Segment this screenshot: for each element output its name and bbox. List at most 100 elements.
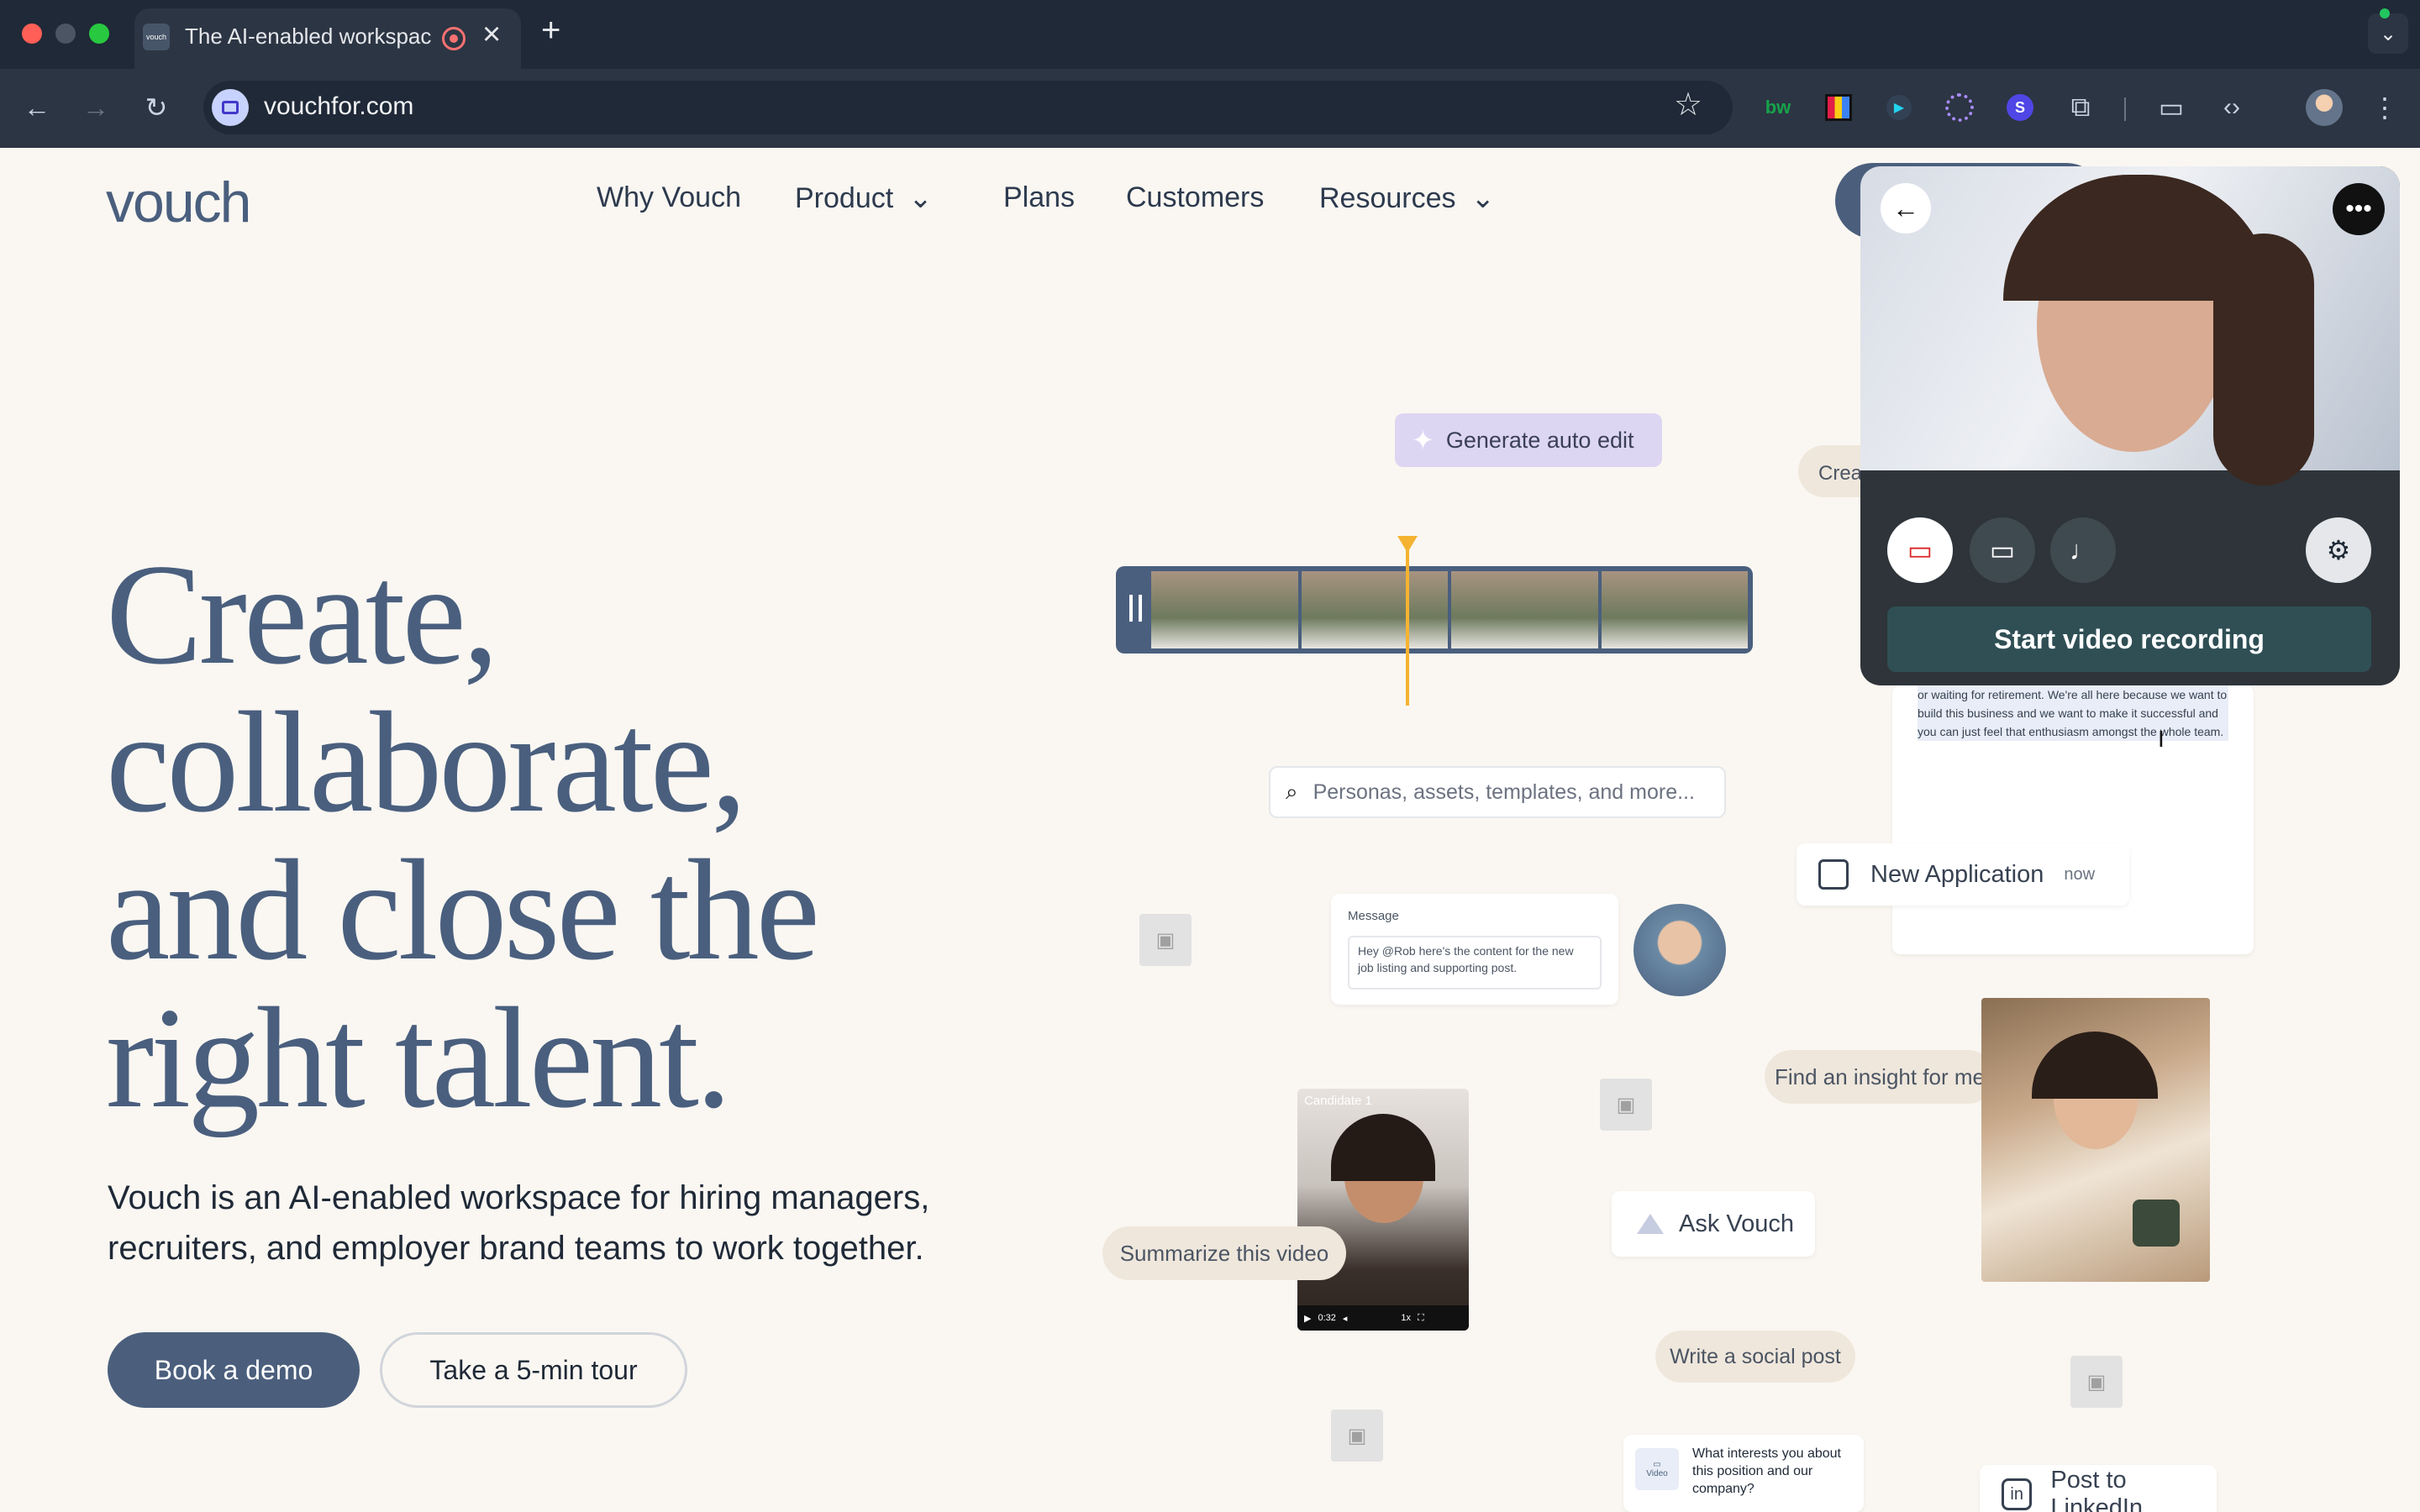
hero-line-3: and close the <box>106 831 820 990</box>
video-frame <box>1451 571 1598 648</box>
image-placeholder-icon: ▣ <box>1139 914 1192 966</box>
start-video-recording-button[interactable]: Start video recording <box>1887 606 2371 672</box>
message-text: Hey @Rob here's the content for the new … <box>1348 936 1602 990</box>
extension-play-icon[interactable]: ▶ <box>1881 89 1918 126</box>
more-options-icon[interactable]: ••• <box>2333 183 2385 235</box>
tab-favicon: vouch <box>143 24 170 50</box>
video-recorder-panel: ← ••• ▭ ▭ ♩ ⚙ Start video recording <box>1860 166 2400 685</box>
video-timeline[interactable] <box>1116 566 1753 654</box>
hero-line-4: right talent. <box>106 979 732 1138</box>
camera-icon[interactable]: ▭ <box>1970 517 2035 583</box>
extension-s-icon[interactable]: S <box>2002 89 2039 126</box>
new-application-label: New Application <box>1870 860 2044 888</box>
cast-icon[interactable]: ▭ <box>2153 89 2190 126</box>
collage-search-input[interactable]: ⌕ Personas, assets, templates, and more.… <box>1269 766 1726 818</box>
url-text: vouchfor.com <box>264 92 414 120</box>
transcript-card: or waiting for retirement. We're all her… <box>1892 685 2254 954</box>
extensions-puzzle-icon[interactable]: ⧉ <box>2062 89 2099 126</box>
minimize-window-button[interactable] <box>55 24 76 44</box>
extension-loader-icon[interactable] <box>1941 89 1978 126</box>
new-application-time: now <box>2064 864 2096 884</box>
create-pill[interactable]: Crea <box>1798 445 1865 497</box>
timeline-frames <box>1151 571 1748 648</box>
hero-subtitle-line-1: Vouch is an AI-enabled workspace for hir… <box>108 1179 930 1216</box>
chevron-down-icon: ⌄ <box>908 182 933 214</box>
code-icon[interactable]: ‹› <box>2213 89 2250 126</box>
tab-title: The AI-enabled workspac <box>185 24 432 49</box>
video-time: 0:32 <box>1318 1313 1336 1323</box>
ask-vouch-button[interactable]: Ask Vouch <box>1612 1191 1815 1257</box>
new-application-notification[interactable]: New Application now <box>1797 843 2129 906</box>
hero-line-1: Create, <box>106 535 499 695</box>
nav-customers[interactable]: Customers <box>1126 181 1264 214</box>
extension-bw-icon[interactable]: bw <box>1760 89 1797 126</box>
settings-gear-icon[interactable]: ⚙ <box>2306 517 2371 583</box>
post-linkedin-button[interactable]: in Post to LinkedIn <box>1980 1465 2217 1512</box>
question-card: ▭ Video What interests you about this po… <box>1623 1435 1864 1512</box>
nav-resources[interactable]: Resources ⌄ <box>1319 181 1495 215</box>
question-text: What interests you about this position a… <box>1692 1446 1841 1496</box>
reload-icon[interactable]: ↻ <box>138 89 175 126</box>
extension-grid-icon[interactable] <box>1820 89 1857 126</box>
woman-phone-image <box>1981 998 2210 1282</box>
vouch-logo[interactable]: vouch <box>106 170 251 235</box>
video-question-label: Video <box>1646 1469 1668 1478</box>
screen-share-off-icon[interactable]: ▭ <box>1887 517 1953 583</box>
summarize-video-pill[interactable]: Summarize this video <box>1102 1226 1346 1280</box>
browser-menu-icon[interactable]: ⋮ <box>2366 89 2403 126</box>
maximize-window-button[interactable] <box>89 24 109 44</box>
playhead-marker-icon <box>1397 536 1418 553</box>
nav-product-label: Product <box>795 182 894 214</box>
take-tour-button[interactable]: Take a 5-min tour <box>380 1332 687 1408</box>
close-window-button[interactable] <box>22 24 42 44</box>
message-card: Message Hey @Rob here's the content for … <box>1331 894 1618 1005</box>
search-icon: ⌕ <box>1286 779 1298 804</box>
close-tab-icon[interactable]: × <box>482 17 501 53</box>
address-bar[interactable]: vouchfor.com ☆ <box>203 81 1733 134</box>
status-dot-icon <box>2380 8 2390 18</box>
candidate-label: Candidate 1 <box>1304 1094 1372 1108</box>
video-speed[interactable]: 1x <box>1401 1313 1411 1323</box>
video-frame <box>1151 571 1298 648</box>
new-tab-button[interactable]: + <box>541 12 560 50</box>
nav-plans[interactable]: Plans <box>1003 181 1075 214</box>
rob-avatar <box>1634 904 1726 996</box>
back-arrow-icon[interactable]: ← <box>1881 183 1931 234</box>
transcript-text: or waiting for retirement. We're all her… <box>1918 685 2228 741</box>
timeline-playhead[interactable] <box>1406 536 1409 706</box>
generate-auto-edit-label: Generate auto edit <box>1445 427 1634 453</box>
back-icon[interactable]: ← <box>18 89 55 126</box>
nav-why-vouch[interactable]: Why Vouch <box>597 181 741 214</box>
video-question-icon: ▭ Video <box>1635 1448 1679 1490</box>
find-insight-pill[interactable]: Find an insight for me <box>1765 1050 1995 1104</box>
vouch-triangle-icon <box>1637 1214 1664 1234</box>
forward-icon[interactable]: → <box>77 89 114 126</box>
timeline-handle-icon[interactable] <box>1129 595 1133 622</box>
microphone-icon[interactable]: ♩ <box>2050 517 2116 583</box>
candidate-video-card[interactable]: Candidate 1 ▶ 0:32 ◂ 1x ⛶ <box>1297 1089 1469 1331</box>
ask-vouch-label: Ask Vouch <box>1679 1210 1795 1237</box>
message-label: Message <box>1348 909 1399 923</box>
video-frame <box>1601 571 1748 648</box>
hair-shape <box>2213 234 2314 486</box>
image-placeholder-icon: ▣ <box>2070 1356 2123 1408</box>
volume-icon[interactable]: ◂ <box>1343 1313 1348 1324</box>
hero-line-2: collaborate, <box>106 683 747 843</box>
video-controls: ▶ 0:32 ◂ 1x ⛶ <box>1297 1305 1469 1331</box>
browser-tab[interactable]: vouch The AI-enabled workspac × <box>134 8 521 69</box>
generate-auto-edit-button[interactable]: ✦ Generate auto edit <box>1395 413 1662 467</box>
profile-avatar[interactable] <box>2306 89 2343 126</box>
book-demo-button[interactable]: Book a demo <box>108 1332 360 1408</box>
play-icon[interactable]: ▶ <box>1304 1313 1311 1324</box>
fullscreen-icon[interactable]: ⛶ <box>1418 1313 1424 1324</box>
tab-search-icon[interactable]: ⌄ <box>2368 13 2408 54</box>
camera-preview <box>1860 166 2400 486</box>
bookmark-star-icon[interactable]: ☆ <box>1674 86 1702 123</box>
write-social-post-pill[interactable]: Write a social post <box>1655 1331 1855 1383</box>
mug-shape <box>2133 1200 2180 1247</box>
nav-product[interactable]: Product ⌄ <box>795 181 933 215</box>
linkedin-icon: in <box>2002 1478 2033 1510</box>
site-info-icon[interactable] <box>212 89 249 126</box>
toolbar-divider <box>2124 97 2126 121</box>
nav-resources-label: Resources <box>1319 182 1456 214</box>
